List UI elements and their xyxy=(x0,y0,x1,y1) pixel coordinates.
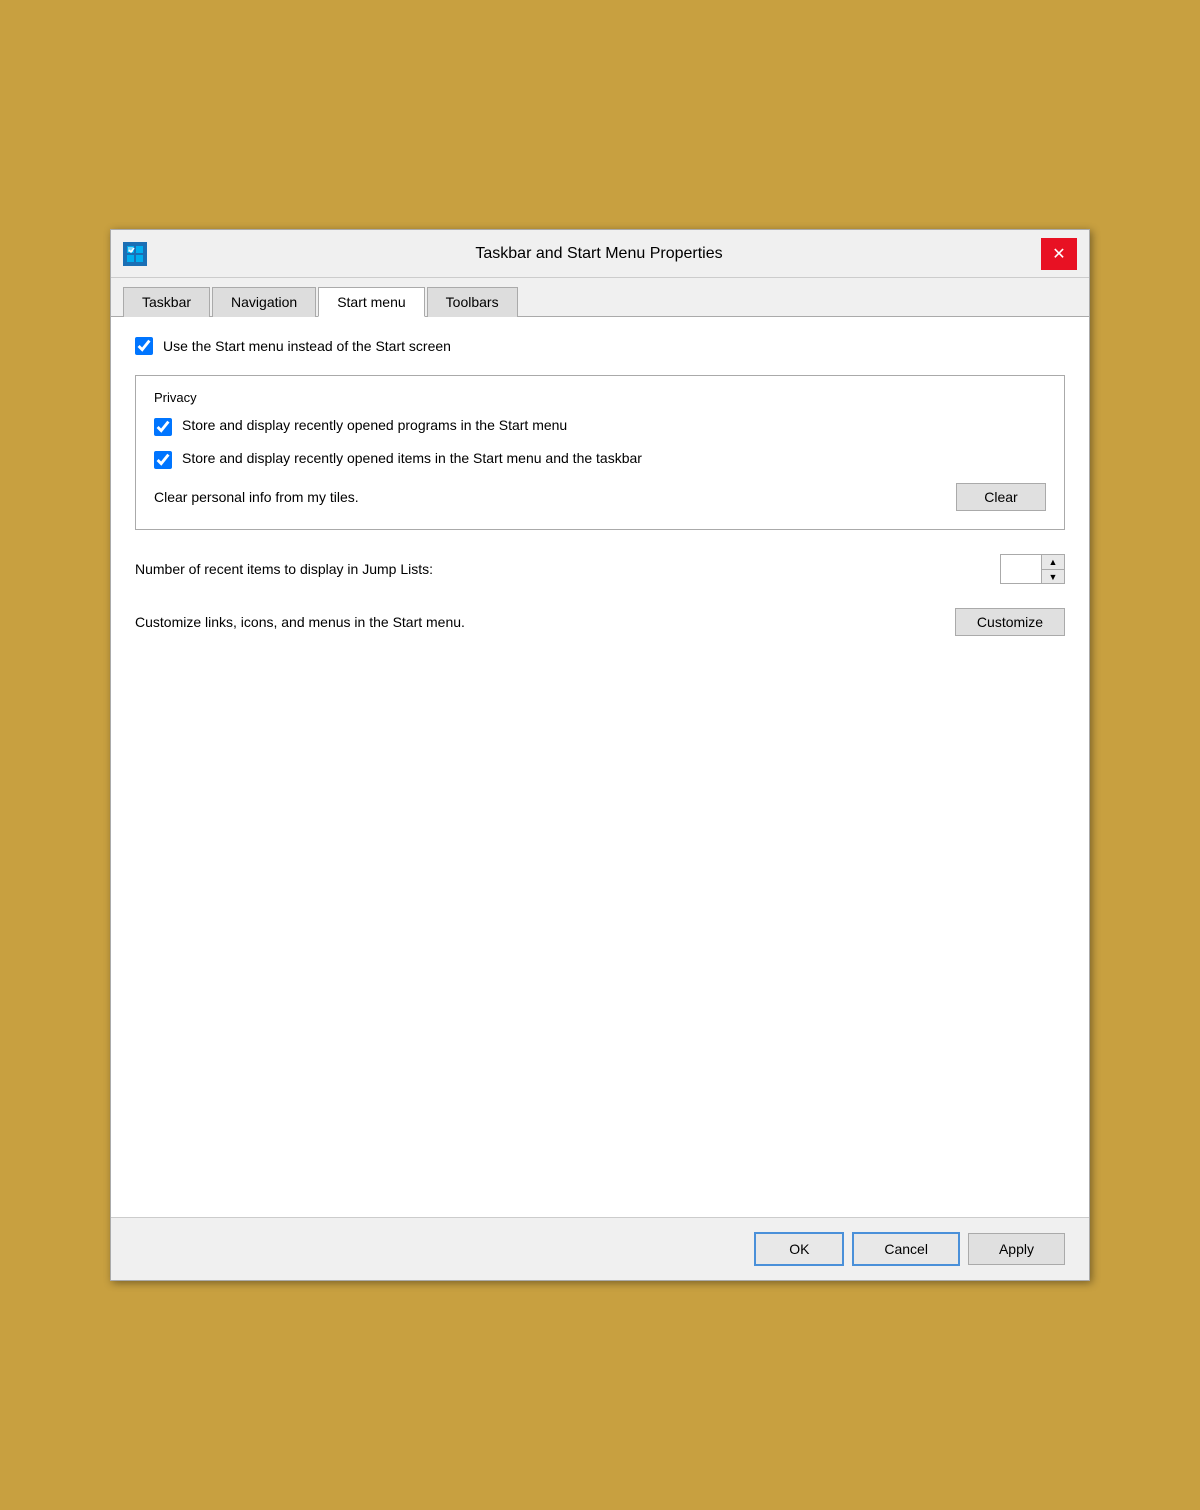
tab-start-menu[interactable]: Start menu xyxy=(318,287,424,317)
tab-navigation[interactable]: Navigation xyxy=(212,287,316,317)
tab-toolbars[interactable]: Toolbars xyxy=(427,287,518,317)
privacy-item1-checkbox[interactable] xyxy=(154,418,172,436)
privacy-item1-row: Store and display recently opened progra… xyxy=(154,417,1046,436)
close-button[interactable]: ✕ xyxy=(1041,238,1077,270)
jump-list-row: Number of recent items to display in Jum… xyxy=(135,554,1065,584)
privacy-item1-label: Store and display recently opened progra… xyxy=(182,417,567,433)
use-start-menu-label: Use the Start menu instead of the Start … xyxy=(163,338,451,354)
privacy-group: Privacy Store and display recently opene… xyxy=(135,375,1065,530)
privacy-item2-label: Store and display recently opened items … xyxy=(182,450,642,466)
customize-row: Customize links, icons, and menus in the… xyxy=(135,608,1065,636)
ok-button[interactable]: OK xyxy=(754,1232,844,1266)
spinbox-down-button[interactable]: ▼ xyxy=(1042,569,1064,583)
customize-label: Customize links, icons, and menus in the… xyxy=(135,614,465,630)
spinbox-up-button[interactable]: ▲ xyxy=(1042,555,1064,569)
app-icon xyxy=(123,242,147,266)
jump-list-input[interactable]: 10 xyxy=(1001,555,1041,583)
tabs-container: Taskbar Navigation Start menu Toolbars xyxy=(111,278,1089,317)
privacy-legend: Privacy xyxy=(154,390,1046,405)
customize-button[interactable]: Customize xyxy=(955,608,1065,636)
cancel-button[interactable]: Cancel xyxy=(852,1232,960,1266)
use-start-menu-row: Use the Start menu instead of the Start … xyxy=(135,337,1065,355)
window-title: Taskbar and Start Menu Properties xyxy=(157,245,1041,263)
clear-button[interactable]: Clear xyxy=(956,483,1046,511)
apply-button[interactable]: Apply xyxy=(968,1233,1065,1265)
jump-list-spinbox: 10 ▲ ▼ xyxy=(1000,554,1065,584)
jump-list-label: Number of recent items to display in Jum… xyxy=(135,561,433,577)
title-bar: Taskbar and Start Menu Properties ✕ xyxy=(111,230,1089,278)
privacy-item2-checkbox[interactable] xyxy=(154,451,172,469)
clear-row: Clear personal info from my tiles. Clear xyxy=(154,483,1046,511)
footer-buttons: OK Cancel Apply xyxy=(111,1217,1089,1280)
content-area: Use the Start menu instead of the Start … xyxy=(111,317,1089,1217)
dialog-window: Taskbar and Start Menu Properties ✕ Task… xyxy=(110,229,1090,1281)
tab-taskbar[interactable]: Taskbar xyxy=(123,287,210,317)
spinbox-buttons: ▲ ▼ xyxy=(1041,555,1064,583)
clear-label: Clear personal info from my tiles. xyxy=(154,489,359,505)
privacy-item2-row: Store and display recently opened items … xyxy=(154,450,1046,469)
use-start-menu-checkbox[interactable] xyxy=(135,337,153,355)
